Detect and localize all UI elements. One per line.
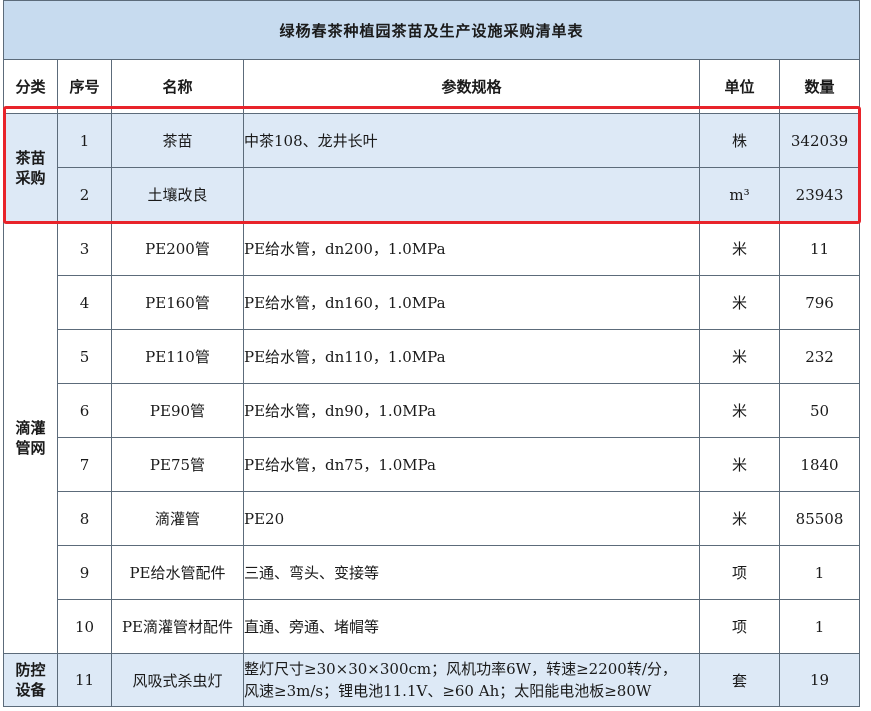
- header-spec: 参数规格: [243, 59, 700, 114]
- cell-seq: 10: [57, 599, 112, 654]
- cell-seq: 8: [57, 491, 112, 546]
- cell-unit: 米: [699, 329, 780, 384]
- table-row: 滴灌 管网 3 PE200管 PE给水管，dn200，1.0MPa 米 11: [3, 221, 861, 654]
- table-title: 绿杨春茶种植园茶苗及生产设施采购清单表: [2, 0, 861, 60]
- table-row: 8 滴灌管 PE20 米 85508: [4, 491, 861, 546]
- cell-unit: 套: [699, 653, 780, 707]
- cell-seq: 3: [57, 221, 112, 276]
- table-row: 7 PE75管 PE给水管，dn75，1.0MPa 米 1840: [4, 437, 861, 492]
- cell-name: PE滴灌管材配件: [111, 599, 244, 654]
- cell-qty: 85508: [778, 491, 861, 546]
- table-row: 9 PE给水管配件 三通、弯头、变接等 项 1: [4, 545, 861, 600]
- cell-seq: 11: [57, 653, 112, 707]
- cell-name: PE200管: [111, 221, 244, 276]
- category-drip: 滴灌 管网: [3, 221, 58, 654]
- cell-seq: 5: [57, 329, 112, 384]
- cell-name: 风吸式杀虫灯: [111, 653, 244, 707]
- header-seq: 序号: [57, 59, 112, 114]
- cell-spec: [243, 167, 700, 222]
- cell-spec: 整灯尺寸≥30×30×300cm；风机功率6W，转速≥2200转/分， 风速≥3…: [243, 653, 700, 707]
- header-name: 名称: [111, 59, 244, 114]
- cell-spec: 三通、弯头、变接等: [243, 545, 700, 600]
- category-pest-line2: 设备: [15, 681, 46, 699]
- cell-seq: 7: [57, 437, 112, 492]
- cell-name: PE给水管配件: [111, 545, 244, 600]
- table-row: 防控 设备 11 风吸式杀虫灯 整灯尺寸≥30×30×300cm；风机功率6W，…: [3, 653, 861, 707]
- cell-spec: PE20: [243, 491, 700, 546]
- cell-name: 茶苗: [111, 113, 244, 168]
- cell-seq: 2: [57, 167, 112, 222]
- cell-name: 土壤改良: [111, 167, 244, 222]
- cell-spec-line1: 整灯尺寸≥30×30×300cm；风机功率6W，转速≥2200转/分，: [244, 660, 677, 678]
- cell-spec: 中茶108、龙井长叶: [243, 113, 700, 168]
- cell-spec-line2: 风速≥3m/s；锂电池11.1V、≥60 Ah；太阳能电池板≥80W: [244, 682, 652, 700]
- category-pest-line1: 防控: [15, 661, 46, 679]
- cell-unit: 米: [699, 437, 780, 492]
- header-category: 分类: [3, 59, 58, 114]
- cell-qty: 1840: [778, 437, 861, 492]
- table-row: 5 PE110管 PE给水管，dn110，1.0MPa 米 232: [4, 329, 861, 384]
- cell-spec: PE给水管，dn110，1.0MPa: [243, 329, 700, 384]
- cell-seq: 9: [57, 545, 112, 600]
- cell-seq: 6: [57, 383, 112, 438]
- table-row: 10 PE滴灌管材配件 直通、旁通、堵帽等 项 1: [4, 599, 861, 654]
- cell-qty: 796: [778, 275, 861, 330]
- table-row: 6 PE90管 PE给水管，dn90，1.0MPa 米 50: [4, 383, 861, 438]
- category-seedling-line1: 茶苗: [15, 148, 46, 167]
- cell-seq: 1: [57, 113, 112, 168]
- category-drip-line2: 管网: [15, 438, 46, 457]
- cell-unit: 项: [699, 545, 780, 600]
- cell-seq: 4: [57, 275, 112, 330]
- cell-qty: 19: [778, 653, 861, 707]
- category-pest: 防控 设备: [3, 653, 58, 707]
- cell-qty: 232: [778, 329, 861, 384]
- cell-qty: 342039: [778, 113, 861, 168]
- cell-unit: m³: [699, 167, 780, 222]
- cell-name: PE110管: [111, 329, 244, 384]
- category-drip-line1: 滴灌: [15, 418, 46, 437]
- cell-name: 滴灌管: [111, 491, 244, 546]
- cell-spec: PE给水管，dn200，1.0MPa: [243, 221, 700, 276]
- cell-unit: 项: [699, 599, 780, 654]
- cell-unit: 株: [699, 113, 780, 168]
- cell-qty: 50: [778, 383, 861, 438]
- category-seedling-line2: 采购: [15, 168, 46, 187]
- cell-spec: 直通、旁通、堵帽等: [243, 599, 700, 654]
- category-seedling: 茶苗 采购: [3, 113, 58, 222]
- cell-name: PE75管: [111, 437, 244, 492]
- table-row: 茶苗 采购 1 茶苗 中茶108、龙井长叶 株 342039: [3, 113, 861, 222]
- table-row: 4 PE160管 PE给水管，dn160，1.0MPa 米 796: [4, 275, 861, 330]
- cell-name: PE90管: [111, 383, 244, 438]
- cell-unit: 米: [699, 221, 780, 276]
- cell-name: PE160管: [111, 275, 244, 330]
- cell-unit: 米: [699, 491, 780, 546]
- table-row: 2 土壤改良 m³ 23943: [4, 167, 861, 222]
- cell-qty: 1: [778, 599, 861, 654]
- cell-unit: 米: [699, 275, 780, 330]
- header-unit: 单位: [699, 59, 780, 114]
- header-qty: 数量: [778, 59, 861, 114]
- procurement-table: 绿杨春茶种植园茶苗及生产设施采购清单表 分类 序号 名称 参数规格 单位 数量 …: [2, 0, 861, 707]
- cell-spec: PE给水管，dn90，1.0MPa: [243, 383, 700, 438]
- cell-spec: PE给水管，dn75，1.0MPa: [243, 437, 700, 492]
- cell-unit: 米: [699, 383, 780, 438]
- cell-qty: 11: [778, 221, 861, 276]
- cell-qty: 1: [778, 545, 861, 600]
- cell-spec: PE给水管，dn160，1.0MPa: [243, 275, 700, 330]
- cell-qty: 23943: [778, 167, 861, 222]
